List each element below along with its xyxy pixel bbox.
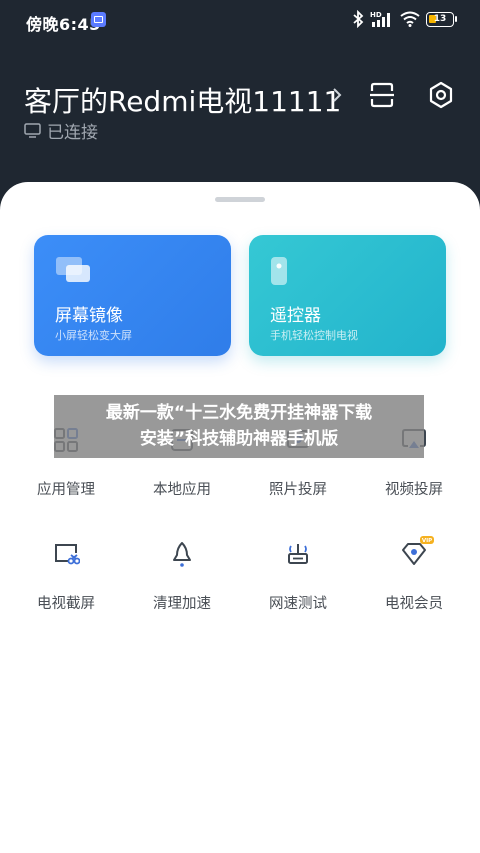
battery-level-text: 13	[433, 13, 447, 24]
vip-diamond-icon: VIP	[402, 536, 434, 565]
grid-label: 网速测试	[269, 596, 327, 612]
card-title: 遥控器	[270, 306, 321, 326]
app-notification-icon	[91, 12, 106, 27]
grid-item-tv-vip[interactable]: VIP 电视会员	[356, 536, 472, 613]
remote-icon	[271, 257, 287, 285]
wifi-icon	[400, 11, 420, 27]
tv-icon	[24, 123, 41, 138]
scan-icon[interactable]	[367, 80, 397, 110]
grid-label: 应用管理	[37, 482, 95, 498]
rocket-icon	[173, 542, 191, 567]
signal-hd-icon: HD	[370, 11, 390, 27]
connection-status-text: 已连接	[47, 123, 98, 143]
screen-mirror-icon	[56, 257, 90, 282]
grid-item-tv-screenshot[interactable]: 电视截屏	[8, 540, 124, 613]
card-title: 屏幕镜像	[55, 306, 123, 326]
status-icons: HD 13	[352, 10, 457, 28]
remote-control-card[interactable]: 遥控器 手机轻松控制电视	[249, 235, 446, 356]
grid-label: 电视截屏	[37, 596, 95, 612]
drag-handle[interactable]	[215, 197, 265, 202]
chevron-right-icon[interactable]	[331, 86, 343, 104]
status-bar: 傍晚6:45 HD 13	[0, 0, 480, 42]
status-time: 傍晚6:45	[26, 15, 101, 34]
router-icon	[288, 544, 308, 564]
grid-item-speed-test[interactable]: 网速测试	[240, 540, 356, 613]
device-header: 客厅的Redmi电视11111 已连接	[0, 42, 480, 192]
card-subtitle: 手机轻松控制电视	[270, 329, 358, 342]
settings-icon[interactable]	[426, 80, 456, 110]
control-sheet: 屏幕镜像 小屏轻松变大屏 遥控器 手机轻松控制电视 应用管理 本地应用 照片投屏…	[0, 182, 480, 853]
grid-label: 视频投屏	[385, 482, 443, 498]
overlay-line-2: 安装”科技辅助神器手机版	[139, 429, 339, 449]
grid-label: 照片投屏	[269, 482, 327, 498]
card-subtitle: 小屏轻松变大屏	[55, 329, 132, 342]
overlay-line-1: 最新一款“十三水免费开挂神器下载	[105, 403, 373, 423]
device-name[interactable]: 客厅的Redmi电视11111	[24, 80, 341, 120]
bluetooth-icon	[353, 10, 364, 28]
screen-mirror-card[interactable]: 屏幕镜像 小屏轻松变大屏	[34, 235, 231, 356]
connection-status: 已连接	[24, 118, 98, 143]
battery-icon: 13	[426, 11, 457, 27]
overlay-banner: 最新一款“十三水免费开挂神器下载 安装”科技辅助神器手机版	[54, 395, 424, 458]
vip-badge: VIP	[422, 538, 432, 544]
grid-label: 电视会员	[385, 596, 443, 612]
grid-label: 清理加速	[153, 596, 211, 612]
grid-item-cleanup[interactable]: 清理加速	[124, 540, 240, 613]
grid-label: 本地应用	[153, 482, 211, 498]
svg-text:HD: HD	[370, 11, 382, 19]
tv-screenshot-icon	[55, 544, 80, 565]
